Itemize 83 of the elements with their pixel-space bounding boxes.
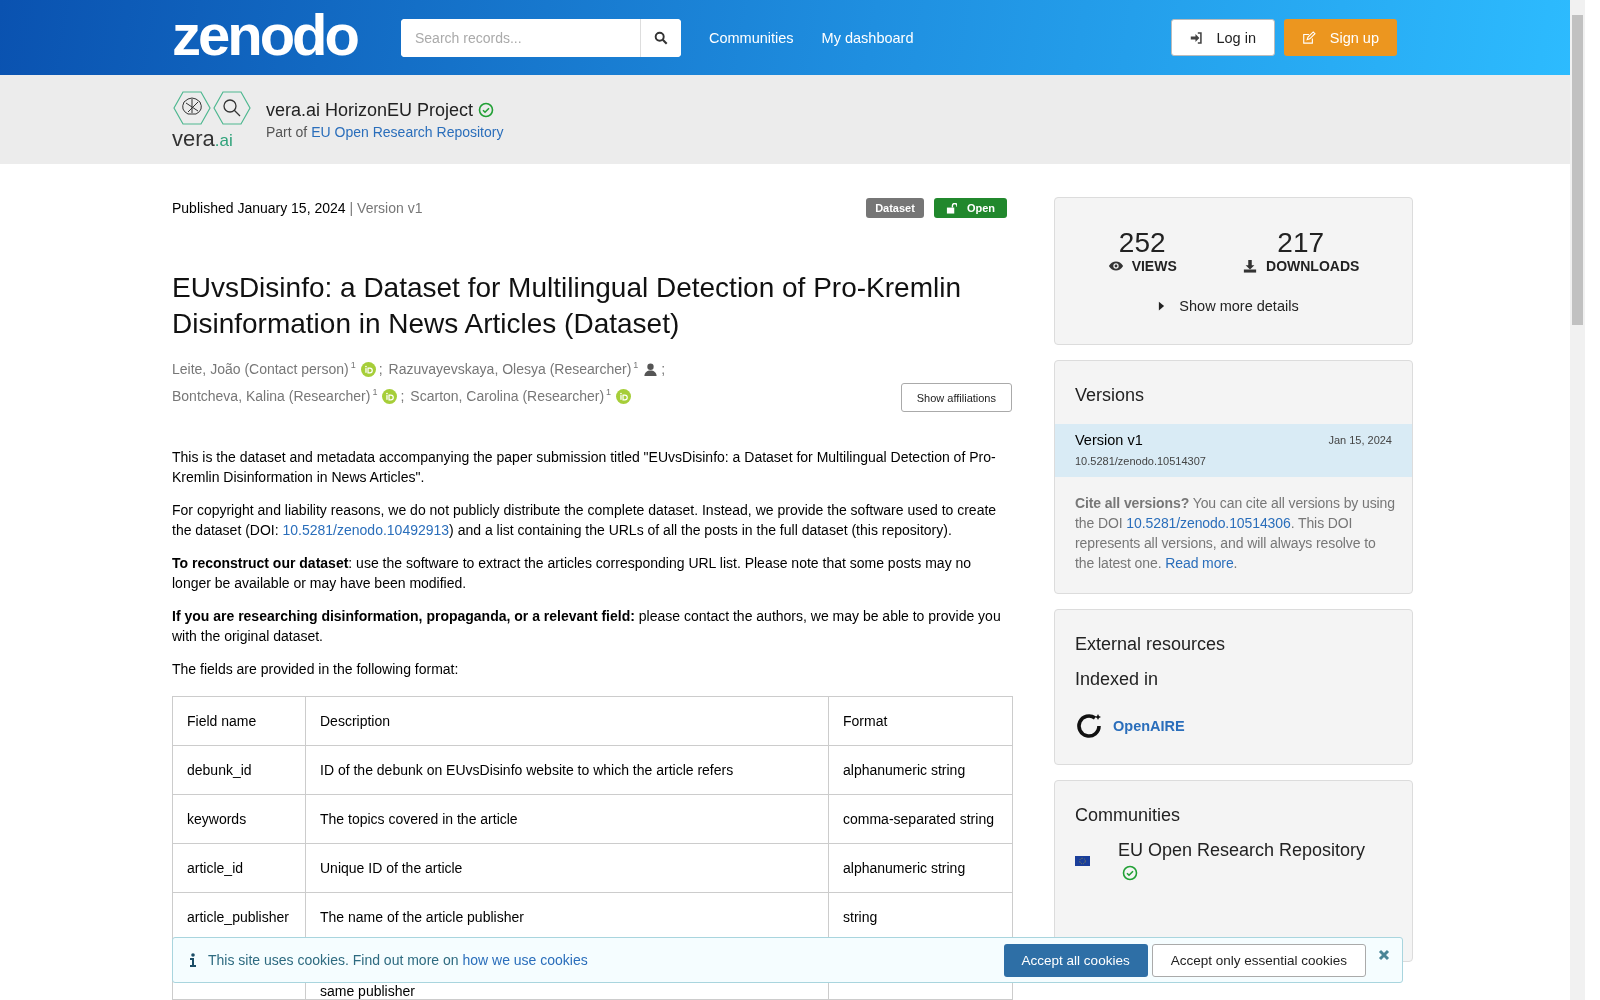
ring-logo-icon — [1075, 712, 1103, 740]
table-cell: keywords — [172, 794, 306, 844]
cite-link[interactable]: Read more — [1165, 555, 1234, 571]
access-badge: Open — [933, 198, 1007, 218]
caret-icon — [1158, 301, 1166, 311]
unlock-icon — [945, 202, 957, 214]
nav-link[interactable]: Communities — [709, 29, 794, 46]
stat-label: DOWNLOADS — [1266, 258, 1360, 274]
table-cell: debunk_id — [172, 745, 306, 795]
log-in-button[interactable]: Log in — [1171, 19, 1275, 56]
community-link[interactable]: EU Open Research Repository — [1118, 840, 1366, 861]
stat-value: 252 — [1118, 228, 1166, 258]
resource-type-badge: Dataset — [866, 198, 924, 218]
edit-icon — [1302, 29, 1316, 46]
cookie-link[interactable]: how we use cookies — [462, 952, 588, 968]
creator-link[interactable]: Bontcheva, Kalina (Researcher) — [172, 383, 371, 410]
column-header: Format — [828, 696, 1013, 746]
community-name[interactable]: vera.ai HorizonEU Project — [266, 99, 474, 121]
separator: ; — [661, 360, 666, 379]
info-icon — [190, 953, 196, 967]
part-of-label: Part of — [266, 123, 308, 140]
close-icon — [1378, 949, 1390, 961]
orcid-icon — [360, 362, 376, 377]
separator: ; — [378, 360, 383, 379]
person-icon — [643, 362, 659, 377]
table-cell: Unique ID of the article — [305, 843, 829, 893]
table-cell: alphanumeric string — [828, 745, 1013, 795]
creator-link[interactable]: Scarton, Carolina (Researcher) — [410, 383, 605, 410]
table-cell: ID of the debunk on EUvsDisinfo website to which the article refers — [305, 745, 829, 795]
show-affiliations-button[interactable]: Show affiliations — [900, 383, 1012, 412]
column-header: Field name — [172, 696, 306, 746]
table-cell: alphanumeric string — [828, 843, 1013, 893]
download-icon — [1242, 259, 1258, 273]
show-details-toggle[interactable]: Show more details — [1065, 298, 1392, 314]
version-item[interactable]: Version v1 Jan 15, 2024 10.5281/zenodo.10514307 — [1055, 424, 1412, 477]
creator-link[interactable]: Leite, João (Contact person) — [172, 356, 349, 383]
creator-link[interactable]: Razuvayevskaya, Olesya (Researcher) — [388, 356, 632, 383]
table-cell: article_id — [172, 843, 306, 893]
version-doi: 10.5281/zenodo.10514307 — [1075, 455, 1207, 467]
scroll-thumb[interactable] — [1572, 15, 1583, 325]
card-title: Versions — [1074, 384, 1146, 407]
card-title: External resources — [1075, 633, 1227, 655]
affiliation-number: 1 — [606, 386, 612, 399]
accept-all-button[interactable]: Accept all cookies — [1003, 943, 1148, 977]
card-title: Communities — [1075, 804, 1182, 826]
cite-note: Cite all versions? You can cite all versions by using the DOI 10.5281/zenodo.10514306. This DOI represents all versions, and will always resolve to the latest one. Read more. — [1074, 494, 1396, 573]
description-paragraph: For copyright and liability reasons, we do not publicly distribute the complete dataset. Instead, we provide the software used to create the dataset (DOI: 10.5281/zenodo.10492913) and a list containing the URLs of all the posts in the full dataset (this repository). — [172, 501, 998, 540]
community-logo[interactable]: vera.ai — [172, 89, 252, 150]
zenodo-logo[interactable]: zenodo — [172, 5, 357, 70]
affiliation-number: 1 — [372, 386, 378, 399]
eye-icon — [1107, 259, 1124, 273]
version-label: | Version v1 — [349, 200, 423, 216]
cite-link[interactable]: 10.5281/zenodo.10514306 — [1126, 515, 1291, 531]
table-cell: The topics covered in the article — [305, 794, 829, 844]
description-paragraph: To reconstruct our dataset: use the software to extract the articles corresponding URL list. Please note that some posts may no longer be available or may have been modified. — [172, 554, 973, 593]
search-field[interactable]: Search records... — [401, 18, 681, 57]
stat-label: VIEWS — [1131, 258, 1177, 274]
separator: ; — [400, 387, 405, 406]
stat-value: 217 — [1277, 228, 1325, 258]
indexer-link[interactable]: OpenAIRE — [1113, 718, 1185, 734]
description-paragraph: The fields are provided in the following format: — [172, 660, 460, 679]
card-subtitle: Indexed in — [1075, 669, 1160, 690]
version-date: Jan 15, 2024 — [1328, 434, 1392, 446]
community-link[interactable]: EU Open Research Repository — [311, 123, 504, 140]
scrollbar[interactable] — [1570, 0, 1585, 1000]
record-title: EUvsDisinfo: a Dataset for Multilingual Detection of Pro-Kremlin Disinformation in News Articles (Dataset) — [172, 271, 962, 341]
nav-link[interactable]: My dashboard — [821, 29, 914, 46]
flag-icon — [1075, 855, 1090, 866]
column-header: Description — [305, 696, 829, 746]
search-icon — [654, 30, 668, 45]
doi-link[interactable]: 10.5281/zenodo.10492913 — [282, 522, 450, 538]
orcid-icon — [382, 389, 398, 404]
table-cell: comma-separated string — [828, 794, 1013, 844]
description-paragraph: If you are researching disinformation, propaganda, or a relevant field: please contact the authors, we may be able to provide you with the original dataset. — [172, 607, 1002, 646]
description-paragraph: This is the dataset and metadata accompanying the paper submission titled "EUvsDisinfo: a Dataset for Multilingual Detection of Pro-Kremlin Disinformation in News Articles". — [172, 448, 997, 487]
version-name: Version v1 — [1075, 432, 1143, 448]
affiliation-number: 1 — [633, 359, 639, 372]
sign-in-icon — [1190, 30, 1203, 45]
accept-essential-button[interactable]: Accept only essential cookies — [1151, 943, 1366, 977]
search-button[interactable] — [640, 18, 681, 57]
orcid-icon — [616, 389, 632, 404]
affiliation-number: 1 — [350, 359, 356, 372]
publication-date: Published January 15, 2024 — [172, 200, 346, 216]
